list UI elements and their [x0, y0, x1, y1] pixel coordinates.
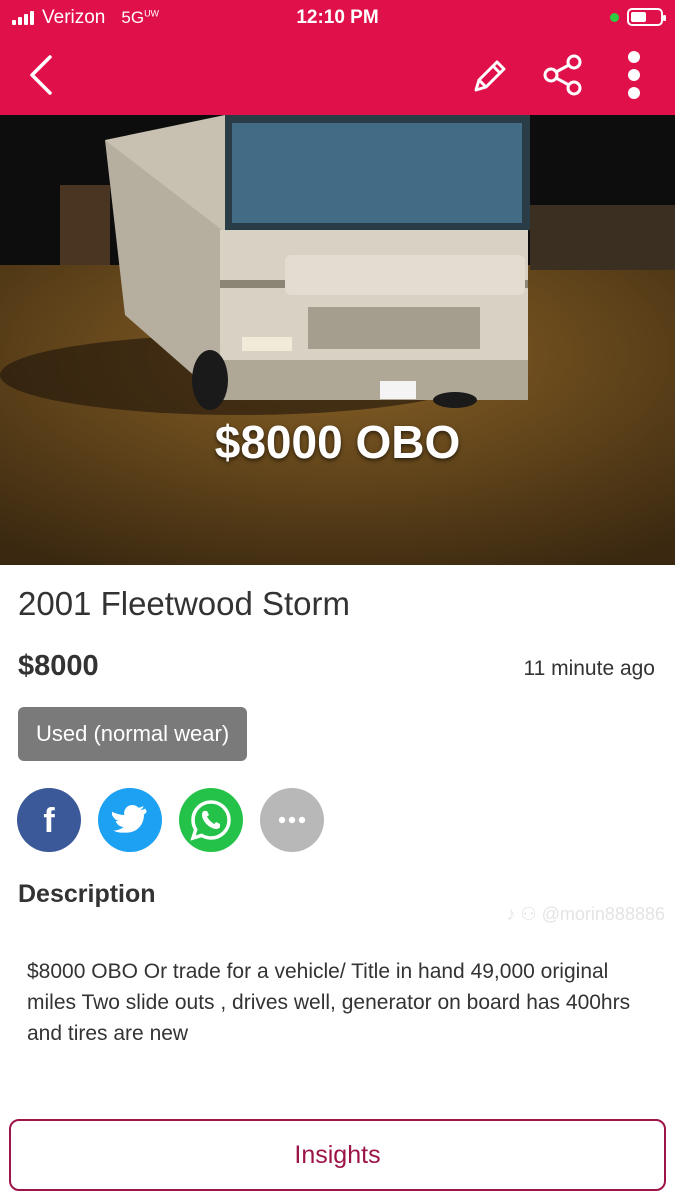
more-vertical-icon — [628, 51, 640, 99]
clock: 12:10 PM — [296, 7, 379, 28]
listing-photo[interactable]: $8000 OBO — [0, 115, 675, 565]
battery-fill — [631, 12, 647, 22]
photo-overlay-text: $8000 OBO — [214, 416, 461, 468]
posted-time: 11 minute ago — [523, 657, 655, 680]
camera-indicator-icon — [610, 12, 619, 22]
tiktok-icon: ♪ ⚇ — [506, 904, 542, 924]
share-icon — [543, 54, 582, 96]
condition-badge: Used (normal wear) — [18, 707, 248, 761]
chevron-left-icon — [30, 55, 52, 95]
top-bar: Verizon 5GUW 12:10 PM — [0, 0, 675, 115]
share-more-button[interactable] — [260, 788, 324, 852]
description-heading: Description — [18, 880, 156, 908]
status-bar: Verizon 5GUW 12:10 PM — [0, 0, 675, 36]
watermark: ♪ ⚇ @morin888886 — [507, 904, 666, 925]
back-button[interactable] — [18, 50, 64, 100]
more-options-button[interactable] — [612, 48, 656, 102]
twitter-icon — [112, 805, 147, 833]
whatsapp-icon — [190, 800, 231, 841]
share-facebook-button[interactable]: f — [17, 788, 81, 852]
watermark-handle: @morin888886 — [541, 904, 665, 924]
facebook-icon: f — [43, 802, 55, 840]
description-body: $8000 OBO Or trade for a vehicle/ Title … — [27, 960, 631, 1045]
listing-price: $8000 — [18, 650, 99, 682]
edit-button[interactable] — [466, 52, 514, 100]
share-whatsapp-button[interactable] — [179, 788, 243, 852]
insights-button[interactable]: Insights — [9, 1119, 666, 1191]
svg-text:f: f — [43, 802, 55, 840]
status-indicators — [610, 8, 666, 26]
app-bar — [0, 36, 675, 115]
share-twitter-button[interactable] — [98, 788, 162, 852]
rv-photo-illustration — [0, 115, 675, 565]
more-horizontal-icon — [278, 816, 306, 824]
listing-title: 2001 Fleetwood Storm — [18, 585, 351, 622]
share-button[interactable] — [538, 50, 588, 100]
pencil-icon — [474, 60, 506, 92]
battery-icon — [627, 8, 666, 26]
